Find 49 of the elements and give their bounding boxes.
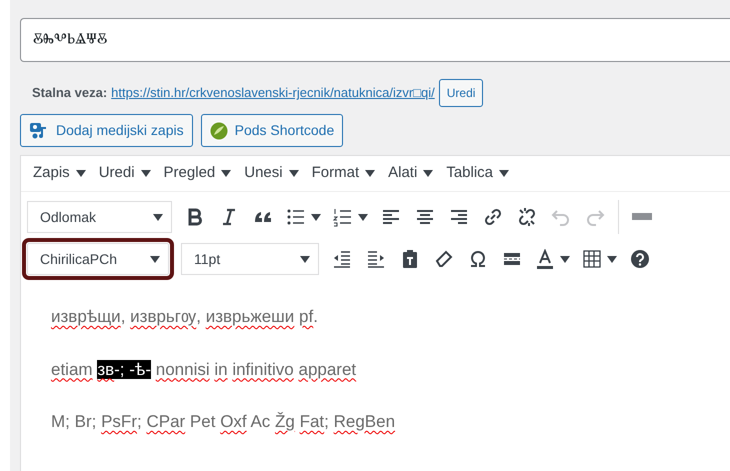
outdent-icon[interactable]	[332, 249, 352, 269]
menu-item[interactable]: Pregled	[164, 162, 232, 185]
format-select[interactable]: Odlomak	[27, 201, 172, 233]
paragraph-text: изврѣщи, изврьгѹ, изврьжеши pf.	[51, 306, 319, 328]
size-select[interactable]: 11pt	[181, 243, 319, 275]
eraser-icon[interactable]	[434, 249, 454, 269]
caret-icon	[153, 214, 163, 220]
omega-icon[interactable]	[468, 249, 488, 269]
paragraph-text: etiam зв-; -ѣ- nonnisi in infinitivo apparet	[51, 358, 358, 380]
menu-item[interactable]: Zapis	[33, 162, 86, 185]
help-icon[interactable]	[630, 249, 650, 269]
caret-icon	[358, 214, 368, 220]
caret-icon	[607, 256, 617, 262]
menu-item[interactable]: Format	[312, 162, 376, 185]
bulleted-list-icon[interactable]	[286, 207, 306, 227]
text-color-icon[interactable]	[535, 249, 555, 269]
table-icon[interactable]	[582, 249, 602, 269]
align-left-icon[interactable]	[381, 207, 401, 227]
paragraph-text: M; Br; PsFr; CPar Pet Oxf Ac Žg Fat; RegBen	[51, 411, 396, 433]
numbered-list-icon[interactable]	[333, 207, 353, 227]
permalink-label: Stalna veza:	[32, 84, 108, 102]
permalink-link[interactable]: https://stin.hr/crkvenoslavenski-rjecnik/natuknica/izvr□qi/	[111, 83, 435, 103]
caret-icon	[365, 170, 376, 177]
align-right-icon[interactable]	[449, 207, 469, 227]
title-field[interactable]: ⰻⰸⰲⱃⱑⱋⰻ	[20, 18, 730, 62]
menu-item[interactable]: Alati	[388, 162, 434, 185]
caret-icon	[140, 170, 151, 177]
caret-icon	[221, 170, 232, 177]
align-center-icon[interactable]	[415, 207, 435, 227]
add-media-button[interactable]: Dodaj medijski zapis	[20, 114, 193, 147]
menu-item[interactable]: Uredi	[98, 162, 151, 185]
caret-icon	[423, 170, 434, 177]
menu-item[interactable]: Unesi	[244, 162, 299, 185]
media-icon	[29, 122, 49, 140]
caret-icon	[560, 256, 570, 262]
caret-icon	[150, 256, 160, 262]
leaf-icon	[210, 122, 228, 140]
menu-item[interactable]: Tablica	[446, 162, 510, 185]
link-icon[interactable]	[483, 207, 503, 227]
caret-icon	[300, 256, 310, 262]
unlink-icon[interactable]	[517, 207, 537, 227]
edit-button[interactable]: Uredi	[438, 78, 484, 108]
clipboard-icon[interactable]	[400, 249, 420, 269]
indent-icon[interactable]	[366, 249, 386, 269]
caret-icon	[76, 170, 86, 177]
caret-icon	[311, 214, 321, 220]
shortcode-button[interactable]: Pods Shortcode	[200, 114, 344, 147]
caret-icon	[288, 170, 299, 177]
caret-icon	[499, 170, 510, 177]
